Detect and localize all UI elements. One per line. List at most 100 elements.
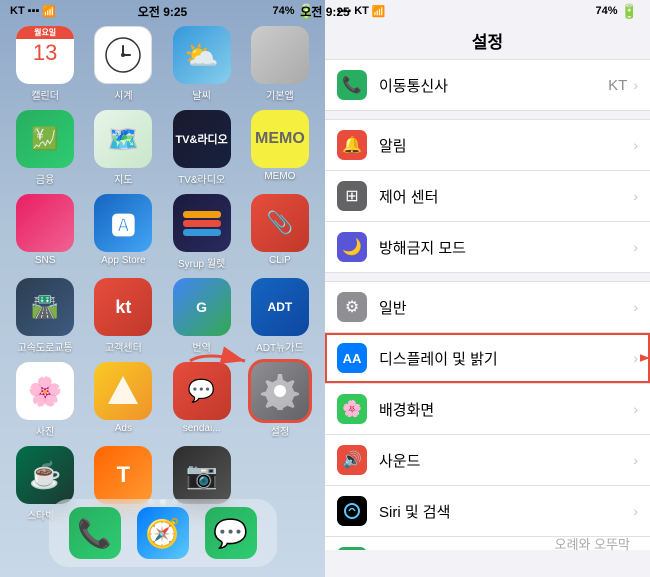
settings-list: 📞 이동통신사 KT › 🔔 알림 › ⊞ 제어 센터 › 🌙 방해금지 모드 … bbox=[325, 59, 650, 550]
display-label: 디스플레이 및 밝기 bbox=[379, 348, 633, 369]
app-settings-label: 설정 bbox=[271, 423, 289, 438]
app-wallet-label: Syrup 월렛 bbox=[178, 255, 225, 270]
app-clip[interactable]: 📎 CLiP bbox=[245, 194, 315, 270]
app-weather[interactable]: ⛅ 날씨 bbox=[167, 26, 237, 102]
control-label: 제어 센터 bbox=[379, 186, 633, 207]
app-memo[interactable]: MEMO MEMO bbox=[245, 110, 315, 186]
left-status-bar: KT ▪▪▪ 📶 오전 9:25 74% 🔋 bbox=[0, 0, 325, 20]
app-sendai-label: sendai... bbox=[183, 423, 221, 434]
control-chevron: › bbox=[633, 188, 638, 204]
app-highway-label: 고속도로교통 bbox=[18, 339, 73, 354]
siri-icon bbox=[337, 496, 367, 526]
carrier-value: KT bbox=[608, 77, 627, 94]
row-general[interactable]: ⚙ 일반 › bbox=[325, 281, 650, 333]
app-weather-label: 날씨 bbox=[192, 87, 210, 102]
dock: 📞 🧭 💬 bbox=[49, 499, 277, 567]
calendar-date: 13 bbox=[33, 39, 57, 68]
app-basic[interactable]: 기본앱 bbox=[245, 26, 315, 102]
siri-label: Siri 및 검색 bbox=[379, 501, 633, 522]
wallpaper-chevron: › bbox=[633, 401, 638, 417]
right-wifi-icon: 📶 bbox=[372, 5, 386, 18]
app-maps[interactable]: 🗺️ 지도 bbox=[88, 110, 158, 186]
right-battery-pct: 74% bbox=[596, 5, 618, 17]
app-memo-label: MEMO bbox=[264, 171, 295, 182]
app-wallet[interactable]: Syrup 월렛 bbox=[167, 194, 237, 270]
left-status-left: KT ▪▪▪ 📶 bbox=[10, 5, 56, 18]
row-display[interactable]: AA 디스플레이 및 밝기 › bbox=[325, 333, 650, 384]
left-time: 오전 9:25 bbox=[138, 3, 187, 20]
row-carrier[interactable]: 📞 이동통신사 KT › bbox=[325, 59, 650, 111]
right-status-bar: ▪▪▪▪ KT 📶 오전 9:25 74% 🔋 bbox=[325, 0, 650, 20]
app-basic-label: 기본앱 bbox=[266, 87, 294, 102]
row-wallpaper[interactable]: 🌸 배경화면 › bbox=[325, 384, 650, 435]
row-alerts[interactable]: 🔔 알림 › bbox=[325, 119, 650, 171]
wallpaper-icon: 🌸 bbox=[337, 394, 367, 424]
dnd-label: 방해금지 모드 bbox=[379, 237, 633, 258]
right-panel: ▪▪▪▪ KT 📶 오전 9:25 74% 🔋 설정 📞 이동통신사 KT › … bbox=[325, 0, 650, 577]
app-appstore-label: App Store bbox=[101, 255, 145, 266]
app-kt[interactable]: kt 고객센터 bbox=[88, 278, 158, 354]
app-tv-label: TV&라디오 bbox=[178, 171, 225, 186]
siri-chevron: › bbox=[633, 503, 638, 519]
app-ads[interactable]: Ads bbox=[88, 362, 158, 438]
sound-icon: 🔊 bbox=[337, 445, 367, 475]
dock-messages[interactable]: 💬 bbox=[205, 507, 257, 559]
app-adt[interactable]: ADT ADT뉴가드 bbox=[245, 278, 315, 354]
row-control[interactable]: ⊞ 제어 센터 › bbox=[325, 171, 650, 222]
control-icon: ⊞ bbox=[337, 181, 367, 211]
left-signal-icon: ▪▪▪ bbox=[28, 5, 40, 17]
watermark: 오례와 오뚜막 bbox=[315, 530, 640, 557]
section-carrier: 📞 이동통신사 KT › bbox=[325, 59, 650, 111]
right-status-right: 74% 🔋 bbox=[596, 3, 638, 20]
left-wifi-icon: 📶 bbox=[42, 5, 56, 18]
app-photos-label: 사진 bbox=[36, 423, 54, 438]
row-sound[interactable]: 🔊 사운드 › bbox=[325, 435, 650, 486]
calendar-weekday: 월요일 bbox=[16, 26, 74, 39]
app-tv[interactable]: TV&라디오 TV&라디오 bbox=[167, 110, 237, 186]
right-time: 오전 9:25 bbox=[300, 3, 349, 20]
settings-title: 설정 bbox=[325, 20, 650, 59]
left-carrier: KT bbox=[10, 5, 25, 17]
app-clock-label: 시계 bbox=[114, 87, 132, 102]
general-label: 일반 bbox=[379, 297, 633, 318]
general-chevron: › bbox=[633, 299, 638, 315]
display-icon: AA bbox=[337, 343, 367, 373]
app-grid: 월요일 13 캘린더 시계 ⛅ 날씨 bbox=[0, 20, 325, 528]
carrier-label: 이동통신사 bbox=[379, 75, 608, 96]
left-panel: KT ▪▪▪ 📶 오전 9:25 74% 🔋 월요일 13 캘린더 bbox=[0, 0, 325, 577]
alerts-icon: 🔔 bbox=[337, 130, 367, 160]
row-dnd[interactable]: 🌙 방해금지 모드 › bbox=[325, 222, 650, 273]
dnd-chevron: › bbox=[633, 239, 638, 255]
display-chevron: › bbox=[633, 350, 638, 366]
alerts-chevron: › bbox=[633, 137, 638, 153]
right-carrier: KT bbox=[354, 5, 369, 17]
app-sns-label: SNS bbox=[35, 255, 56, 266]
app-clock[interactable]: 시계 bbox=[88, 26, 158, 102]
app-photos[interactable]: 🌸 사진 bbox=[10, 362, 80, 438]
carrier-chevron: › bbox=[633, 77, 638, 93]
app-translate[interactable]: G 번역 bbox=[167, 278, 237, 354]
app-ads-label: Ads bbox=[115, 423, 132, 434]
sound-label: 사운드 bbox=[379, 450, 633, 471]
app-sns[interactable]: SNS bbox=[10, 194, 80, 270]
dock-safari[interactable]: 🧭 bbox=[137, 507, 189, 559]
app-calendar[interactable]: 월요일 13 캘린더 bbox=[10, 26, 80, 102]
app-maps-label: 지도 bbox=[114, 171, 132, 186]
app-finance-label: 금융 bbox=[36, 171, 54, 186]
display-arrow bbox=[640, 348, 650, 368]
left-battery-pct: 74% bbox=[273, 5, 295, 17]
right-battery-icon: 🔋 bbox=[621, 3, 638, 20]
app-adt-label: ADT뉴가드 bbox=[256, 339, 304, 354]
settings-arrow bbox=[185, 346, 255, 376]
app-calendar-label: 캘린더 bbox=[31, 87, 59, 102]
app-appstore[interactable]: 🅰 App Store bbox=[88, 194, 158, 270]
dock-phone[interactable]: 📞 bbox=[69, 507, 121, 559]
section-alerts: 🔔 알림 › ⊞ 제어 센터 › 🌙 방해금지 모드 › bbox=[325, 119, 650, 273]
app-clip-label: CLiP bbox=[269, 255, 291, 266]
app-kt-label: 고객센터 bbox=[105, 339, 142, 354]
app-settings[interactable]: 설정 bbox=[245, 362, 315, 438]
app-highway[interactable]: 🛣️ 고속도로교통 bbox=[10, 278, 80, 354]
section-display: ⚙ 일반 › AA 디스플레이 및 밝기 › bbox=[325, 281, 650, 550]
app-finance[interactable]: 💹 금융 bbox=[10, 110, 80, 186]
sound-chevron: › bbox=[633, 452, 638, 468]
